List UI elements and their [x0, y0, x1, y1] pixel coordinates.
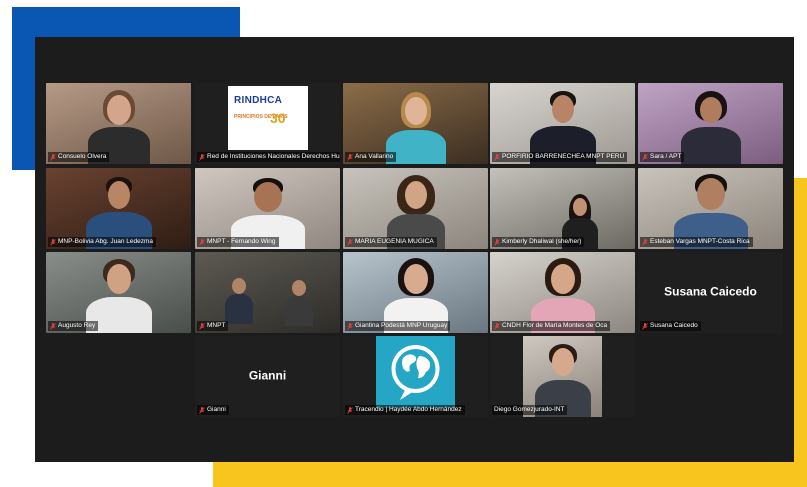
participant-name-label: Augusto Rey	[48, 321, 99, 331]
participant-name-label: Sara / APT	[640, 152, 685, 162]
participant-name-label: Esteban Vargas MNPT-Costa Rica	[640, 237, 753, 247]
participant-tile[interactable]: Diego Gomezjurado-INT	[490, 336, 635, 417]
participant-name-label: Ana Vallarino	[345, 152, 397, 162]
muted-mic-icon	[199, 406, 205, 414]
participant-tile[interactable]: PORFIRIO BARRENECHEA MNPT PERÚ	[490, 83, 635, 164]
video-call-gallery: Consuelo Olvera RINDHCA PRINCIPIOS DE PA…	[35, 37, 794, 462]
muted-mic-icon	[642, 153, 648, 161]
participant-tile[interactable]: Susana Caicedo Susana Caicedo	[638, 252, 783, 333]
participant-tile[interactable]: RINDHCA PRINCIPIOS DE PARÍS 30 Red de In…	[195, 83, 340, 164]
participant-name-label: Diego Gomezjurado-INT	[492, 405, 568, 415]
participant-tile[interactable]: Sara / APT	[638, 83, 783, 164]
participant-tile[interactable]: Gianni Gianni	[195, 336, 340, 417]
muted-mic-icon	[494, 322, 500, 330]
muted-mic-icon	[642, 322, 648, 330]
muted-mic-icon	[642, 238, 648, 246]
participant-name-label: CNDH Flor de María Montes de Oca	[492, 321, 611, 331]
participant-tile[interactable]: MNP-Bolivia Abg. Juan Ledezma	[46, 168, 191, 249]
muted-mic-icon	[199, 238, 205, 246]
participant-tile[interactable]: CNDH Flor de María Montes de Oca	[490, 252, 635, 333]
muted-mic-icon	[199, 153, 205, 161]
participant-tile[interactable]: MNPT	[195, 252, 340, 333]
muted-mic-icon	[50, 153, 56, 161]
participant-tile[interactable]: Ana Vallarino	[343, 83, 488, 164]
muted-mic-icon	[347, 153, 353, 161]
participant-name-label: Kimberly Dhaliwal (she/her)	[492, 237, 585, 247]
muted-mic-icon	[50, 322, 56, 330]
participant-name-label: MNPT - Fernando Wing	[197, 237, 279, 247]
participant-tile[interactable]: MNPT - Fernando Wing	[195, 168, 340, 249]
participant-tile[interactable]: Esteban Vargas MNPT-Costa Rica	[638, 168, 783, 249]
muted-mic-icon	[494, 238, 500, 246]
participant-tile[interactable]: Tracendio | Haydée Abdo Hernández	[343, 336, 488, 417]
participant-name-label: Gianni	[197, 405, 229, 415]
participant-display-name: Gianni	[248, 368, 287, 383]
muted-mic-icon	[347, 238, 353, 246]
participant-tile[interactable]: MARIA EUGENIA MUGICA	[343, 168, 488, 249]
participant-tile[interactable]: Consuelo Olvera	[46, 83, 191, 164]
participant-name-label: MNP-Bolivia Abg. Juan Ledezma	[48, 237, 157, 247]
muted-mic-icon	[347, 322, 353, 330]
participant-name-label: MARIA EUGENIA MUGICA	[345, 237, 437, 247]
participant-name-label: PORFIRIO BARRENECHEA MNPT PERÚ	[492, 152, 628, 162]
muted-mic-icon	[199, 322, 205, 330]
muted-mic-icon	[347, 406, 353, 414]
participant-tile[interactable]: Kimberly Dhaliwal (she/her)	[490, 168, 635, 249]
participant-name-label: Giantina Podestá MNP Uruguay	[345, 321, 451, 331]
muted-mic-icon	[494, 153, 500, 161]
rindhca-logo: RINDHCA PRINCIPIOS DE PARÍS 30	[228, 86, 308, 150]
participant-tile[interactable]: Augusto Rey	[46, 252, 191, 333]
participant-name-label: MNPT	[197, 321, 229, 331]
participant-name-label: Red de Instituciones Nacionales Derechos…	[197, 152, 340, 162]
globe-avatar-icon	[376, 336, 455, 408]
participant-name-label: Susana Caicedo	[640, 321, 701, 331]
participant-name-label: Consuelo Olvera	[48, 152, 110, 162]
participant-name-label: Tracendio | Haydée Abdo Hernández	[345, 405, 465, 415]
muted-mic-icon	[50, 238, 56, 246]
participant-display-name: Susana Caicedo	[664, 284, 757, 299]
participant-tile[interactable]: Giantina Podestá MNP Uruguay	[343, 252, 488, 333]
